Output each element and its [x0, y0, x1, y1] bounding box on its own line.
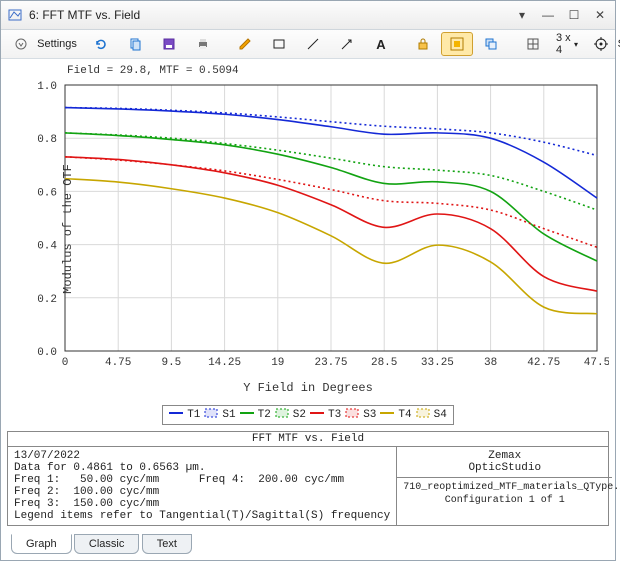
file-cell: 710_reoptimized_MTF_materials_QType.zmxC…	[397, 478, 612, 510]
info-caption: FFT MTF vs. Field	[7, 431, 609, 447]
app-window: 6: FFT MTF vs. Field ▾ — ☐ ✕ Settings A …	[0, 0, 616, 561]
y-axis-label: Modulus of the OTF	[61, 164, 75, 294]
svg-text:19: 19	[271, 357, 284, 369]
expand-button[interactable]	[5, 32, 37, 56]
dropdown-button[interactable]: ▾	[513, 8, 531, 22]
svg-text:9.5: 9.5	[161, 357, 181, 369]
close-button[interactable]: ✕	[591, 8, 609, 22]
legend-label: S1	[222, 409, 235, 421]
layers-icon[interactable]	[475, 32, 507, 56]
plot-panel: Field = 29.8, MTF = 0.5094 Modulus of th…	[1, 59, 615, 431]
rect-icon[interactable]	[263, 32, 295, 56]
svg-text:23.75: 23.75	[314, 357, 347, 369]
grid-size-dropdown[interactable]: 3 x 4▾	[551, 32, 583, 56]
app-icon	[7, 7, 23, 23]
svg-text:28.5: 28.5	[371, 357, 397, 369]
svg-text:1.0: 1.0	[37, 81, 57, 93]
titlebar: 6: FFT MTF vs. Field ▾ — ☐ ✕	[1, 1, 615, 30]
chart-area[interactable]: Modulus of the OTF 0 4.75 9.5 14.25 19 23.75 2…	[7, 79, 609, 379]
legend-label: T1	[187, 409, 200, 421]
text-annot-icon[interactable]: A	[365, 32, 397, 56]
cursor-readout: Field = 29.8, MTF = 0.5094	[67, 65, 609, 79]
window-title: 6: FFT MTF vs. Field	[29, 8, 513, 22]
legend-label: S3	[363, 409, 376, 421]
svg-text:0.8: 0.8	[37, 134, 57, 146]
maximize-button[interactable]: ☐	[565, 8, 583, 22]
svg-text:0.6: 0.6	[37, 187, 57, 199]
print-icon[interactable]	[187, 32, 219, 56]
legend-swatch[interactable]	[275, 408, 289, 422]
svg-text:0: 0	[62, 357, 69, 369]
legend-swatch[interactable]	[380, 408, 394, 422]
save-icon[interactable]	[153, 32, 185, 56]
settings-button[interactable]: Settings	[39, 32, 75, 56]
svg-text:38: 38	[484, 357, 497, 369]
info-table: 13/07/2022 Data for 0.4861 to 0.6563 µm.…	[7, 447, 609, 526]
legend-swatch[interactable]	[240, 408, 254, 422]
grid-icon[interactable]	[517, 32, 549, 56]
info-right: ZemaxOpticStudio 710_reoptimized_MTF_mat…	[397, 447, 612, 525]
legend-label: T3	[328, 409, 341, 421]
legend-label: S4	[434, 409, 447, 421]
svg-text:0.0: 0.0	[37, 347, 57, 359]
legend-label: T4	[398, 409, 411, 421]
svg-text:42.75: 42.75	[527, 357, 560, 369]
chart-svg: 0 4.75 9.5 14.25 19 23.75 28.5 33.25 38 42.75 47.5…	[7, 79, 609, 379]
svg-text:33.25: 33.25	[421, 357, 454, 369]
vendor-cell: ZemaxOpticStudio	[397, 447, 612, 478]
copy-icon[interactable]	[119, 32, 151, 56]
minimize-button[interactable]: —	[539, 8, 557, 22]
tab-classic[interactable]: Classic	[74, 534, 139, 554]
svg-text:4.75: 4.75	[105, 357, 131, 369]
legend-label: T2	[258, 409, 271, 421]
legend-swatch[interactable]	[204, 408, 218, 422]
svg-text:47.5: 47.5	[584, 357, 609, 369]
fit-icon[interactable]	[441, 32, 473, 56]
legend-swatch[interactable]	[416, 408, 430, 422]
info-left: 13/07/2022 Data for 0.4861 to 0.6563 µm.…	[8, 447, 397, 525]
pencil-icon[interactable]	[229, 32, 261, 56]
tab-text[interactable]: Text	[142, 534, 192, 554]
line-icon[interactable]	[297, 32, 329, 56]
svg-text:0.2: 0.2	[37, 294, 57, 306]
legend-label: S2	[293, 409, 306, 421]
legend-swatch[interactable]	[310, 408, 324, 422]
legend-swatch[interactable]	[345, 408, 359, 422]
arrow-icon[interactable]	[331, 32, 363, 56]
x-axis-label: Y Field in Degrees	[7, 381, 609, 395]
toolbar: Settings A 3 x 4▾ Standard▾ Automatic▾ ?	[1, 30, 615, 59]
refresh-icon[interactable]	[85, 32, 117, 56]
lock-icon[interactable]	[407, 32, 439, 56]
bottom-tabs: Graph Classic Text	[1, 530, 615, 560]
legend-swatch[interactable]	[169, 408, 183, 422]
legend[interactable]: T1 S1 T2 S2 T3 S3 T4 S4	[162, 405, 454, 425]
target-icon[interactable]	[585, 32, 617, 56]
tab-graph[interactable]: Graph	[11, 534, 72, 554]
svg-text:0.4: 0.4	[37, 241, 57, 253]
svg-text:14.25: 14.25	[208, 357, 241, 369]
